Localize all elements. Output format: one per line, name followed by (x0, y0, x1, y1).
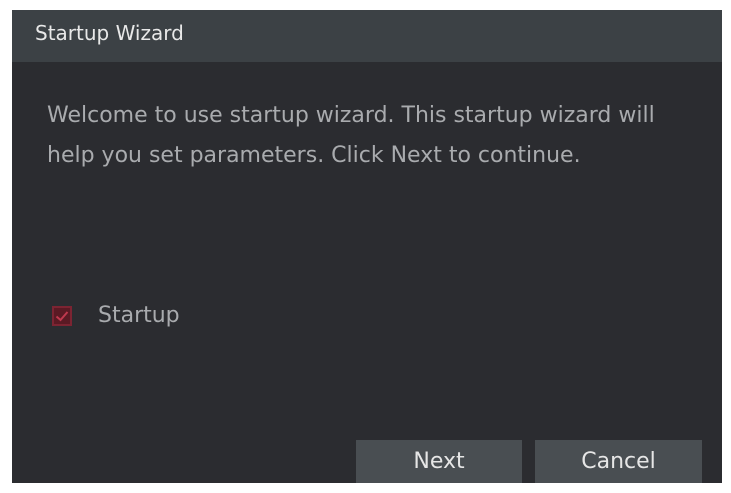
cancel-button[interactable]: Cancel (535, 440, 702, 483)
startup-wizard-dialog: Startup Wizard Welcome to use startup wi… (12, 10, 722, 483)
startup-checkbox-label: Startup (98, 303, 180, 328)
dialog-title-bar[interactable]: Startup Wizard (12, 10, 722, 62)
checkmark-icon (55, 311, 69, 322)
next-button[interactable]: Next (356, 440, 522, 483)
startup-checkbox[interactable] (52, 306, 72, 326)
welcome-message: Welcome to use startup wizard. This star… (47, 103, 655, 168)
dialog-title: Startup Wizard (35, 21, 184, 45)
startup-checkbox-row[interactable]: Startup (52, 301, 180, 331)
